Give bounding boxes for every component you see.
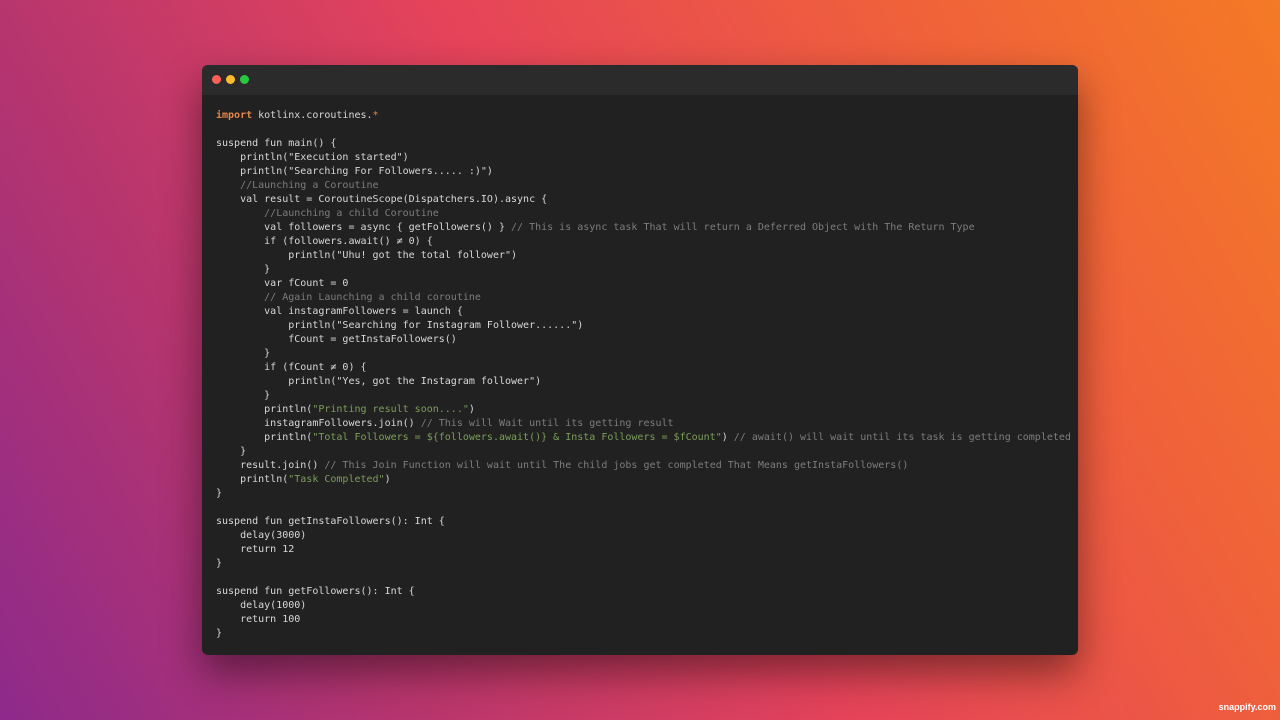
code-line: } bbox=[216, 557, 1068, 571]
code-token: println( bbox=[216, 474, 289, 485]
code-line: return 12 bbox=[216, 543, 1068, 557]
code-line: } bbox=[216, 627, 1068, 641]
code-line: } bbox=[216, 389, 1068, 403]
code-line: println("Searching for Instagram Followe… bbox=[216, 319, 1068, 333]
code-line: val result = CoroutineScope(Dispatchers.… bbox=[216, 193, 1068, 207]
code-token: println("Execution started") bbox=[216, 152, 409, 163]
code-token: kotlinx.coroutines. bbox=[252, 110, 373, 121]
code-token: result.join() bbox=[216, 460, 325, 471]
code-token: println( bbox=[216, 404, 313, 415]
code-token: ) bbox=[384, 474, 391, 485]
code-line: } bbox=[216, 263, 1068, 277]
code-line: println("Searching For Followers..... :)… bbox=[216, 165, 1068, 179]
code-comment: // This Join Function will wait until Th… bbox=[324, 460, 909, 471]
code-comment: // This will Wait until its getting resu… bbox=[420, 418, 674, 429]
code-token: val result = CoroutineScope(Dispatchers.… bbox=[216, 194, 548, 205]
code-token: println("Searching For Followers..... :)… bbox=[216, 166, 493, 177]
code-line: delay(3000) bbox=[216, 529, 1068, 543]
code-line: suspend fun getInstaFollowers(): Int { bbox=[216, 515, 1068, 529]
code-line: } bbox=[216, 347, 1068, 361]
code-line: //Launching a child Coroutine bbox=[216, 207, 1068, 221]
code-token: println("Uhu! got the total follower") bbox=[216, 250, 518, 261]
code-line: import kotlinx.coroutines.* bbox=[216, 109, 1068, 123]
code-token: if (fCount ≠ 0) { bbox=[216, 362, 367, 373]
code-token: } bbox=[216, 446, 247, 457]
code-line: // Again Launching a child coroutine bbox=[216, 291, 1068, 305]
code-token: } bbox=[216, 390, 271, 401]
window-titlebar bbox=[202, 65, 1078, 95]
code-line: val followers = async { getFollowers() }… bbox=[216, 221, 1068, 235]
maximize-window-button[interactable] bbox=[240, 75, 249, 84]
code-token: fCount = getInstaFollowers() bbox=[216, 334, 457, 345]
code-operator: * bbox=[372, 110, 379, 121]
code-token: } bbox=[216, 264, 271, 275]
code-line: } bbox=[216, 445, 1068, 459]
code-window: import kotlinx.coroutines.* suspend fun m… bbox=[202, 65, 1078, 655]
code-line: fCount = getInstaFollowers() bbox=[216, 333, 1068, 347]
code-line: return 100 bbox=[216, 613, 1068, 627]
close-window-button[interactable] bbox=[212, 75, 221, 84]
code-line: delay(1000) bbox=[216, 599, 1068, 613]
code-line: println("Printing result soon....") bbox=[216, 403, 1068, 417]
watermark-label: snappify.com bbox=[1218, 702, 1276, 712]
code-token: return 12 bbox=[216, 544, 295, 555]
code-token: ) bbox=[721, 432, 734, 443]
code-token: var fCount = 0 bbox=[216, 278, 349, 289]
code-token: delay(1000) bbox=[216, 600, 307, 611]
code-token: println( bbox=[216, 432, 313, 443]
code-token: return 100 bbox=[216, 614, 301, 625]
code-token: println("Searching for Instagram Followe… bbox=[216, 320, 584, 331]
code-line: suspend fun main() { bbox=[216, 137, 1068, 151]
code-token: } bbox=[216, 488, 223, 499]
code-line: println("Execution started") bbox=[216, 151, 1068, 165]
code-string: "Total Followers = ${followers.await()} … bbox=[312, 432, 722, 443]
code-line: if (fCount ≠ 0) { bbox=[216, 361, 1068, 375]
code-line: //Launching a Coroutine bbox=[216, 179, 1068, 193]
code-line: var fCount = 0 bbox=[216, 277, 1068, 291]
code-comment: //Launching a Coroutine bbox=[216, 180, 379, 191]
code-string: "Printing result soon...." bbox=[312, 404, 469, 415]
code-line: } bbox=[216, 487, 1068, 501]
code-token: } bbox=[216, 558, 223, 569]
code-line: val instagramFollowers = launch { bbox=[216, 305, 1068, 319]
minimize-window-button[interactable] bbox=[226, 75, 235, 84]
code-comment: //Launching a child Coroutine bbox=[216, 208, 439, 219]
code-token: } bbox=[216, 348, 271, 359]
code-token: val instagramFollowers = launch { bbox=[216, 306, 463, 317]
code-line: println("Yes, got the Instagram follower… bbox=[216, 375, 1068, 389]
code-comment: // Again Launching a child coroutine bbox=[216, 292, 481, 303]
code-line: suspend fun getFollowers(): Int { bbox=[216, 585, 1068, 599]
code-token: if (followers.await() ≠ 0) { bbox=[216, 236, 433, 247]
code-line: println("Uhu! got the total follower") bbox=[216, 249, 1068, 263]
code-block: import kotlinx.coroutines.* suspend fun m… bbox=[216, 109, 1071, 641]
code-string: "Task Completed" bbox=[288, 474, 385, 485]
code-line: println("Task Completed") bbox=[216, 473, 1068, 487]
code-token: suspend fun main() { bbox=[216, 138, 337, 149]
code-token: } bbox=[216, 628, 223, 639]
code-line: result.join() // This Join Function will… bbox=[216, 459, 1068, 473]
code-keyword: import bbox=[216, 110, 253, 121]
code-token: suspend fun getInstaFollowers(): Int { bbox=[216, 516, 445, 527]
code-token: val followers = async { getFollowers() } bbox=[216, 222, 512, 233]
code-token: delay(3000) bbox=[216, 530, 307, 541]
code-line: instagramFollowers.join() // This will W… bbox=[216, 417, 1068, 431]
code-token: println("Yes, got the Instagram follower… bbox=[216, 376, 542, 387]
code-line: if (followers.await() ≠ 0) { bbox=[216, 235, 1068, 249]
code-token: suspend fun getFollowers(): Int { bbox=[216, 586, 415, 597]
code-token: instagramFollowers.join() bbox=[216, 418, 421, 429]
code-token: ) bbox=[468, 404, 475, 415]
code-comment: // await() will wait until its task is g… bbox=[733, 432, 1071, 443]
code-line: println("Total Followers = ${followers.a… bbox=[216, 431, 1071, 445]
code-comment: // This is async task That will return a… bbox=[511, 222, 975, 233]
